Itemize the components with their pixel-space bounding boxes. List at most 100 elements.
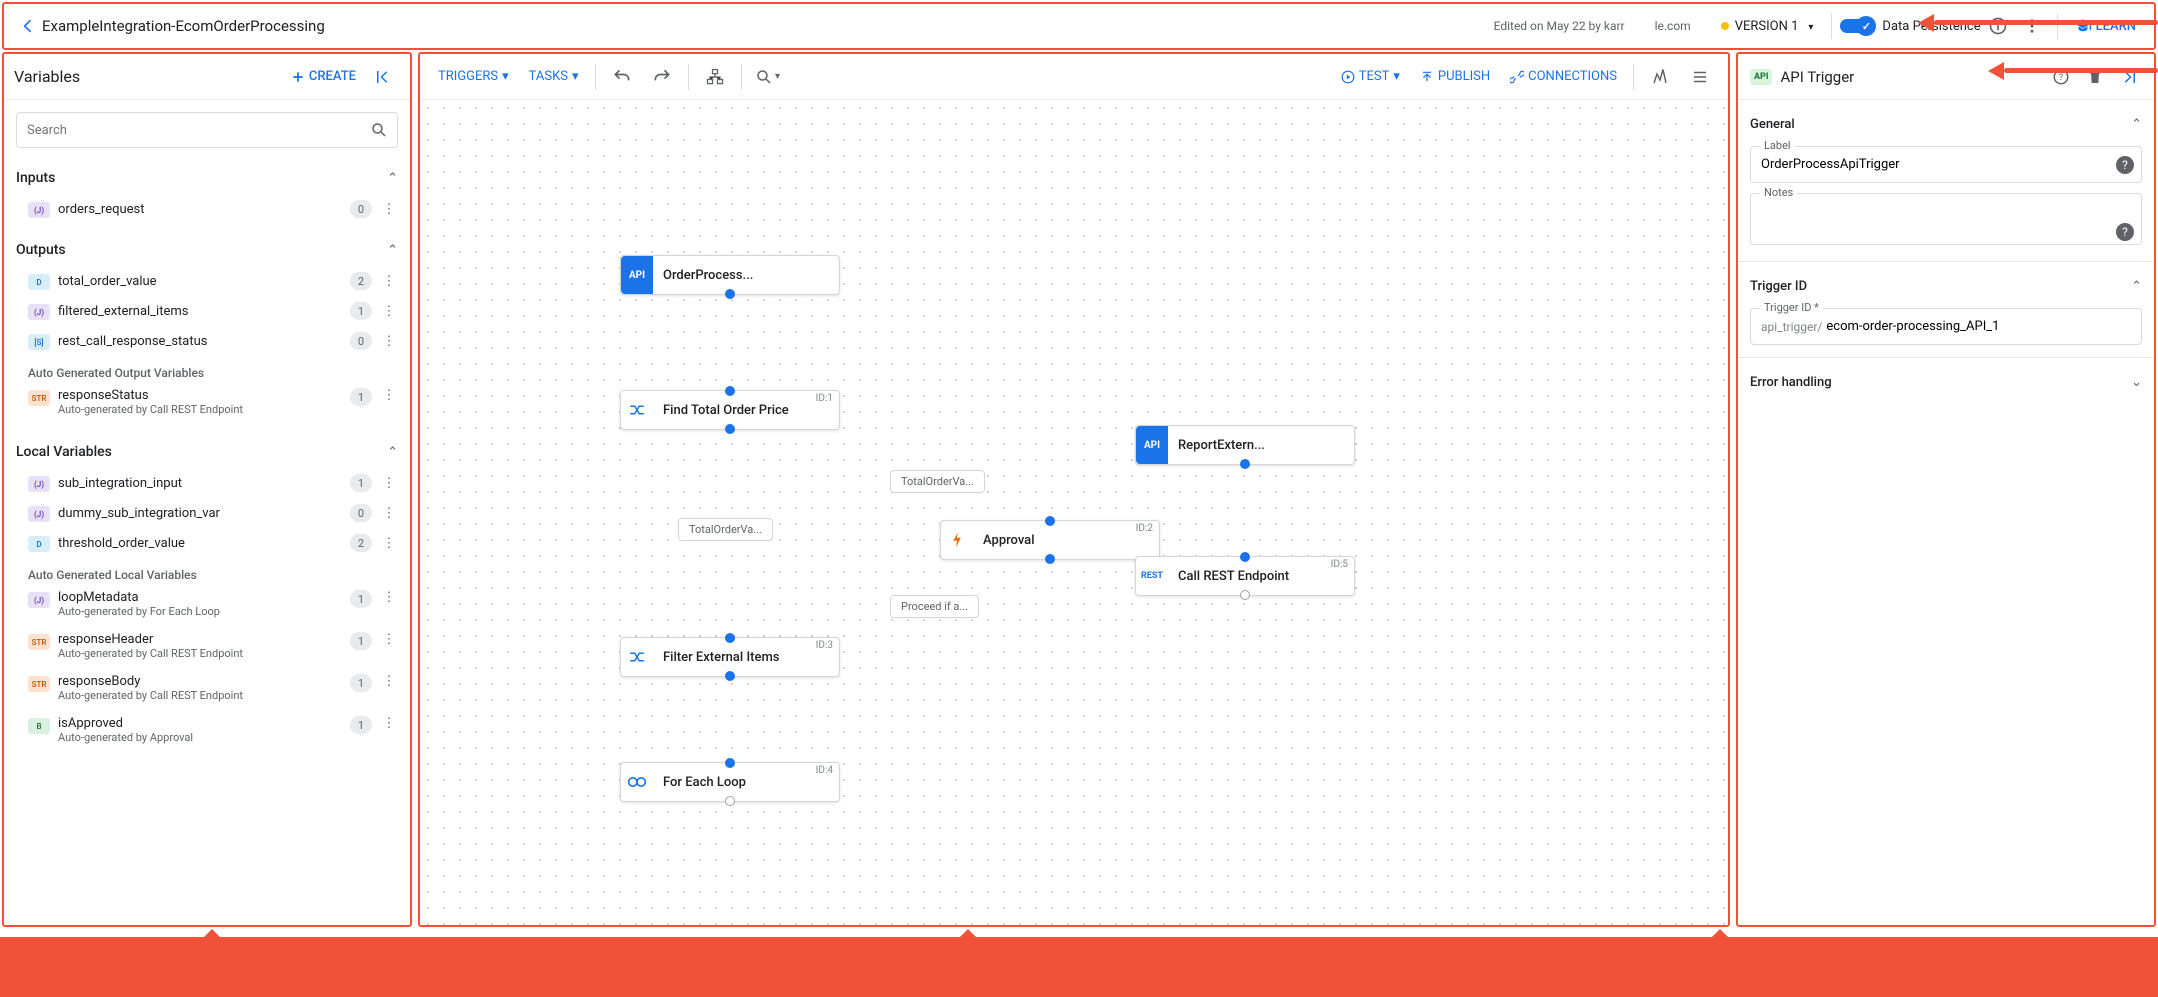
publish-button[interactable]: PUBLISH xyxy=(1412,63,1498,90)
node-order-process-api[interactable]: API OrderProcess... xyxy=(620,255,840,295)
variable-more-button[interactable]: ⋮ xyxy=(380,388,398,403)
hamburger-button[interactable] xyxy=(1682,59,1718,95)
trigger-id-title: Trigger ID xyxy=(1750,279,2131,294)
label-input[interactable] xyxy=(1750,146,2142,183)
variable-row[interactable]: [S] rest_call_response_status 0 ⋮ xyxy=(16,326,398,356)
variable-row[interactable]: (J) filtered_external_items 1 ⋮ xyxy=(16,296,398,326)
variable-row[interactable]: D threshold_order_value 2 ⋮ xyxy=(16,528,398,558)
callout-arrow-1 xyxy=(1918,16,2158,30)
back-button[interactable] xyxy=(14,16,42,36)
usage-count-badge: 1 xyxy=(350,716,372,734)
variable-more-button[interactable]: ⋮ xyxy=(380,506,398,521)
search-input[interactable] xyxy=(16,112,398,148)
variable-row[interactable]: (J) sub_integration_input 1 ⋮ xyxy=(16,468,398,498)
node-find-total-order-price[interactable]: ID:1 Find Total Order Price xyxy=(620,390,840,430)
test-menu[interactable]: TEST▾ xyxy=(1333,63,1408,90)
variable-more-button[interactable]: ⋮ xyxy=(380,674,398,689)
type-badge: STR xyxy=(28,634,50,650)
variables-title: Variables xyxy=(14,67,291,86)
logs-button[interactable] xyxy=(1642,59,1678,95)
type-badge: [S] xyxy=(28,334,50,350)
usage-count-badge: 1 xyxy=(350,632,372,650)
variable-more-button[interactable]: ⋮ xyxy=(380,304,398,319)
loop-icon xyxy=(621,763,653,801)
trigger-id-input[interactable] xyxy=(1826,309,2141,344)
variable-more-button[interactable]: ⋮ xyxy=(380,716,398,731)
variable-more-button[interactable]: ⋮ xyxy=(380,590,398,605)
node-filter-external-items[interactable]: ID:3 Filter External Items xyxy=(620,637,840,677)
node-id: ID:1 xyxy=(816,393,833,404)
variable-more-button[interactable]: ⋮ xyxy=(380,202,398,217)
chevron-up-icon: ⌃ xyxy=(387,171,398,186)
node-id: ID:4 xyxy=(816,765,833,776)
callout-arrow-2 xyxy=(1988,64,2158,78)
callout-strip xyxy=(0,937,2158,997)
error-handling-section-header[interactable]: Error handling ⌄ xyxy=(1750,370,2142,394)
variable-row[interactable]: STR responseBodyAuto-generated by Call R… xyxy=(16,670,398,712)
locals-section-header[interactable]: Local Variables ⌃ xyxy=(16,436,398,468)
redo-button[interactable] xyxy=(644,59,680,95)
inputs-title: Inputs xyxy=(16,170,387,186)
variable-more-button[interactable]: ⋮ xyxy=(380,274,398,289)
condition-proceed-if-a[interactable]: Proceed if a... xyxy=(890,595,979,618)
canvas-panel: TRIGGERS▾ TASKS▾ ▾ TEST▾ PUBLISH CONNECT… xyxy=(418,52,1730,927)
tasks-menu[interactable]: TASKS▾ xyxy=(521,63,587,90)
chevron-up-icon: ⌃ xyxy=(387,243,398,258)
variable-more-button[interactable]: ⋮ xyxy=(380,632,398,647)
create-variable-button[interactable]: CREATE xyxy=(291,69,356,84)
node-call-rest-endpoint[interactable]: REST ID:5 Call REST Endpoint xyxy=(1135,556,1355,596)
version-dropdown[interactable]: VERSION 1 xyxy=(1711,13,1824,40)
condition-totalorderva-1[interactable]: TotalOrderVa... xyxy=(890,470,985,493)
node-for-each-loop[interactable]: ID:4 For Each Loop xyxy=(620,762,840,802)
error-handling-title: Error handling xyxy=(1750,375,2131,390)
help-icon[interactable]: ? xyxy=(2116,223,2134,241)
chevron-down-icon: ▾ xyxy=(1393,69,1400,84)
connections-button[interactable]: CONNECTIONS xyxy=(1502,63,1625,90)
notes-input[interactable] xyxy=(1750,193,2142,245)
variables-panel: Variables CREATE Inputs ⌃ xyxy=(2,52,412,927)
undo-button[interactable] xyxy=(604,59,640,95)
node-report-extern-api[interactable]: API ReportExtern... xyxy=(1135,425,1355,465)
outputs-title: Outputs xyxy=(16,242,387,258)
publish-icon xyxy=(1420,70,1434,84)
variable-row[interactable]: STR responseHeaderAuto-generated by Call… xyxy=(16,628,398,670)
triggers-menu[interactable]: TRIGGERS▾ xyxy=(430,63,517,90)
trigger-id-field-label: Trigger ID * xyxy=(1760,301,1823,314)
usage-count-badge: 1 xyxy=(350,302,372,320)
variable-row[interactable]: STR responseStatusAuto-generated by Call… xyxy=(16,384,398,426)
variable-name: rest_call_response_status xyxy=(58,334,342,349)
node-label: Call REST Endpoint xyxy=(1168,569,1299,584)
approval-icon xyxy=(941,521,973,559)
variable-row[interactable]: (J) loopMetadataAuto-generated by For Ea… xyxy=(16,586,398,628)
node-label: Approval xyxy=(973,533,1045,548)
node-approval[interactable]: ID:2 Approval xyxy=(940,520,1160,560)
usage-count-badge: 1 xyxy=(350,674,372,692)
type-badge: (J) xyxy=(28,476,50,492)
variable-row[interactable]: D total_order_value 2 ⋮ xyxy=(16,266,398,296)
type-badge: (J) xyxy=(28,304,50,320)
trigger-id-section-header[interactable]: Trigger ID ⌃ xyxy=(1750,274,2142,298)
zoom-menu[interactable]: ▾ xyxy=(750,59,786,95)
variable-name: loopMetadataAuto-generated by For Each L… xyxy=(58,590,342,618)
chevron-down-icon: ▾ xyxy=(502,69,509,84)
collapse-panel-button[interactable] xyxy=(366,60,400,94)
usage-count-badge: 1 xyxy=(350,388,372,406)
variable-row[interactable]: (J) orders_request 0 ⋮ xyxy=(16,194,398,224)
create-label: CREATE xyxy=(309,69,356,84)
canvas-background[interactable] xyxy=(420,100,1728,925)
type-badge: STR xyxy=(28,390,50,406)
variable-row[interactable]: (J) dummy_sub_integration_var 0 ⋮ xyxy=(16,498,398,528)
variable-more-button[interactable]: ⋮ xyxy=(380,536,398,551)
inputs-section-header[interactable]: Inputs ⌃ xyxy=(16,162,398,194)
node-id: ID:5 xyxy=(1331,559,1348,570)
layout-button[interactable] xyxy=(697,59,733,95)
type-badge: (J) xyxy=(28,202,50,218)
help-icon[interactable]: ? xyxy=(2116,156,2134,174)
variable-name: dummy_sub_integration_var xyxy=(58,506,342,521)
outputs-section-header[interactable]: Outputs ⌃ xyxy=(16,234,398,266)
general-section-header[interactable]: General ⌃ xyxy=(1750,112,2142,136)
variable-more-button[interactable]: ⋮ xyxy=(380,476,398,491)
variable-more-button[interactable]: ⋮ xyxy=(380,334,398,349)
variable-row[interactable]: B isApprovedAuto-generated by Approval 1… xyxy=(16,712,398,754)
condition-totalorderva-2[interactable]: TotalOrderVa... xyxy=(678,518,773,541)
